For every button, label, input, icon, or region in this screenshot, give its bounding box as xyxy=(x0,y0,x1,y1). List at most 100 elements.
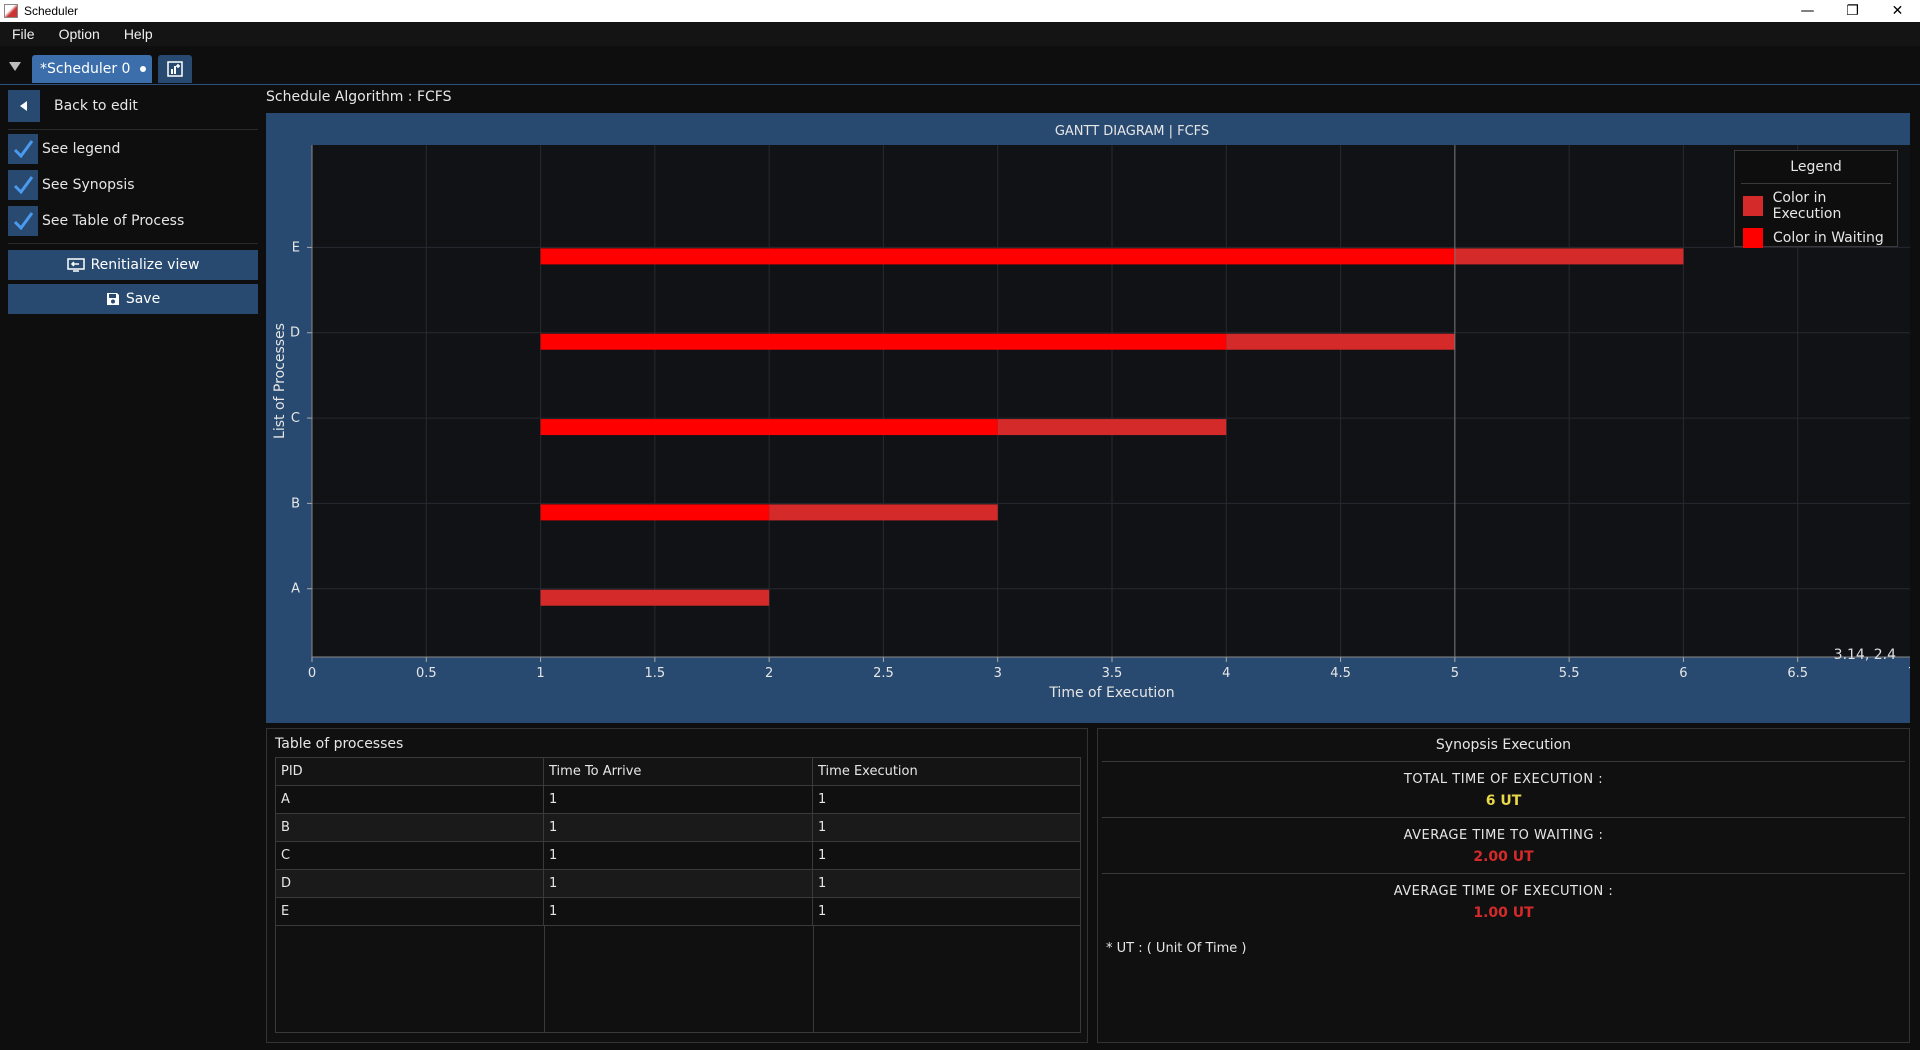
see-table-label: See Table of Process xyxy=(42,213,185,229)
title-bar: Scheduler — ❐ ✕ xyxy=(0,0,1920,22)
save-icon xyxy=(106,293,119,305)
tab-label: *Scheduler 0 xyxy=(40,61,131,77)
table-empty-area xyxy=(275,925,1081,1033)
legend-item-waiting: Color in Waiting xyxy=(1743,228,1897,248)
x-tick-label: 6 xyxy=(1679,666,1687,681)
legend-swatch-waiting xyxy=(1743,228,1763,248)
cell-exec: 1 xyxy=(812,841,1081,870)
app-icon xyxy=(4,4,18,18)
table-row[interactable]: D11 xyxy=(275,869,1081,898)
gantt-bar-D-waiting xyxy=(540,333,1227,350)
divider xyxy=(8,129,258,130)
legend-title: Legend xyxy=(1741,159,1891,184)
process-table: PID Time To Arrive Time Execution A11 B1… xyxy=(275,757,1081,926)
table-row[interactable]: E11 xyxy=(275,897,1081,926)
cell-exec: 1 xyxy=(812,813,1081,842)
cell-pid: A xyxy=(275,785,544,814)
column-header-time-to-arrive[interactable]: Time To Arrive xyxy=(543,757,813,786)
cell-arrive: 1 xyxy=(543,785,813,814)
x-tick-label: 2 xyxy=(765,666,773,681)
back-to-edit-button[interactable]: Back to edit xyxy=(8,90,138,122)
menu-option[interactable]: Option xyxy=(47,26,112,42)
gantt-chart: GANTT DIAGRAM | FCFS 0 0.5 1 1.5 2 2.5 3 3.5 4 4.5… xyxy=(272,124,1910,701)
x-tick-label: 5.5 xyxy=(1559,666,1580,681)
column-header-time-execution[interactable]: Time Execution xyxy=(812,757,1081,786)
x-tick-label: 1 xyxy=(536,666,544,681)
synopsis-value: 2.00 UT xyxy=(1473,849,1534,865)
see-synopsis-checkbox[interactable]: See Synopsis xyxy=(8,169,135,201)
legend-item-execution: Color in Execution xyxy=(1743,190,1897,222)
see-table-checkbox[interactable]: See Table of Process xyxy=(8,205,184,237)
synopsis-avg-execution: AVERAGE TIME OF EXECUTION : 1.00 UT xyxy=(1102,874,1905,929)
menu-help[interactable]: Help xyxy=(112,26,165,42)
y-tick-label: E xyxy=(292,240,300,255)
chart-legend: Legend Color in Execution Color in Waiti… xyxy=(1734,150,1898,248)
checkmark-icon xyxy=(13,140,34,159)
table-row[interactable]: A11 xyxy=(275,785,1081,814)
see-legend-checkbox[interactable]: See legend xyxy=(8,133,120,165)
sidebar: Back to edit See legend See Synopsis See… xyxy=(0,86,262,1050)
x-tick-label: 2.5 xyxy=(873,666,894,681)
gantt-bar-E-waiting xyxy=(540,248,1455,265)
legend-swatch-execution xyxy=(1743,196,1763,216)
synopsis-label: AVERAGE TIME OF EXECUTION : xyxy=(1393,884,1614,899)
gantt-chart-panel[interactable]: GANTT DIAGRAM | FCFS 0 0.5 1 1.5 2 2.5 3 3.5 4 4.5… xyxy=(266,113,1910,723)
x-axis-label: Time of Execution xyxy=(1048,685,1174,701)
reinitialize-view-button[interactable]: Renitialize view xyxy=(8,250,258,280)
plot-area xyxy=(312,145,1910,657)
column-header-pid[interactable]: PID xyxy=(275,757,544,786)
cell-exec: 1 xyxy=(812,785,1081,814)
tab-scheduler-0[interactable]: *Scheduler 0 xyxy=(32,55,152,83)
x-tick-label: 1.5 xyxy=(645,666,666,681)
cell-arrive: 1 xyxy=(543,841,813,870)
synopsis-total-time: TOTAL TIME OF EXECUTION : 6 UT xyxy=(1102,762,1905,818)
add-chart-icon xyxy=(167,61,183,77)
y-tick-label: D xyxy=(290,326,300,341)
restore-icon[interactable]: ❐ xyxy=(1830,0,1875,22)
see-legend-label: See legend xyxy=(42,141,121,157)
new-tab-button[interactable] xyxy=(158,55,192,83)
checkmark-icon xyxy=(13,212,34,231)
y-axis-label: List of Processes xyxy=(272,323,288,439)
y-tick-label: B xyxy=(291,496,300,511)
gantt-bar-A-execution xyxy=(540,589,770,606)
synopsis-value: 6 UT xyxy=(1485,793,1522,809)
x-tick-label: 4.5 xyxy=(1330,666,1351,681)
gantt-bar-C-waiting xyxy=(540,419,998,436)
x-tick-label: 5 xyxy=(1451,666,1459,681)
unsaved-dot-icon xyxy=(140,66,147,72)
save-button[interactable]: Save xyxy=(8,284,258,314)
x-tick-label: 4 xyxy=(1222,666,1230,681)
gantt-bar-B-execution xyxy=(769,504,998,521)
x-tick-label: 3.5 xyxy=(1102,666,1123,681)
menu-bar: File Option Help xyxy=(0,22,1920,46)
tab-list-arrow-icon[interactable] xyxy=(9,62,21,71)
synopsis-note: * UT : ( Unit Of Time ) xyxy=(1106,941,1247,956)
synopsis-label: TOTAL TIME OF EXECUTION : xyxy=(1403,772,1604,787)
reinitialize-view-label: Renitialize view xyxy=(90,257,200,273)
close-icon[interactable]: ✕ xyxy=(1875,0,1920,22)
x-tick-label: 3 xyxy=(994,666,1002,681)
back-to-edit-label: Back to edit xyxy=(54,98,138,114)
cell-pid: D xyxy=(275,869,544,898)
cell-exec: 1 xyxy=(812,869,1081,898)
cell-pid: B xyxy=(275,813,544,842)
x-tick-label: 7 xyxy=(1908,666,1910,681)
table-header-row: PID Time To Arrive Time Execution xyxy=(275,757,1081,786)
reset-view-icon xyxy=(66,258,85,272)
gantt-bar-E-execution xyxy=(1454,248,1684,265)
table-row[interactable]: C11 xyxy=(275,841,1081,870)
cell-pid: E xyxy=(275,897,544,926)
divider xyxy=(8,243,258,244)
checkmark-icon xyxy=(13,176,34,195)
synopsis-panel: Synopsis Execution TOTAL TIME OF EXECUTI… xyxy=(1097,728,1910,1043)
minimize-icon[interactable]: — xyxy=(1785,0,1830,22)
gantt-bar-B-waiting xyxy=(540,504,770,521)
window-title: Scheduler xyxy=(24,4,79,18)
cursor-coordinate-readout: 3.14, 2.4 xyxy=(1833,647,1896,663)
table-row[interactable]: B11 xyxy=(275,813,1081,842)
synopsis-value: 1.00 UT xyxy=(1473,905,1534,921)
x-tick-label: 0.5 xyxy=(416,666,437,681)
menu-file[interactable]: File xyxy=(0,26,47,42)
process-table-panel: Table of processes PID Time To Arrive Ti… xyxy=(266,728,1088,1043)
